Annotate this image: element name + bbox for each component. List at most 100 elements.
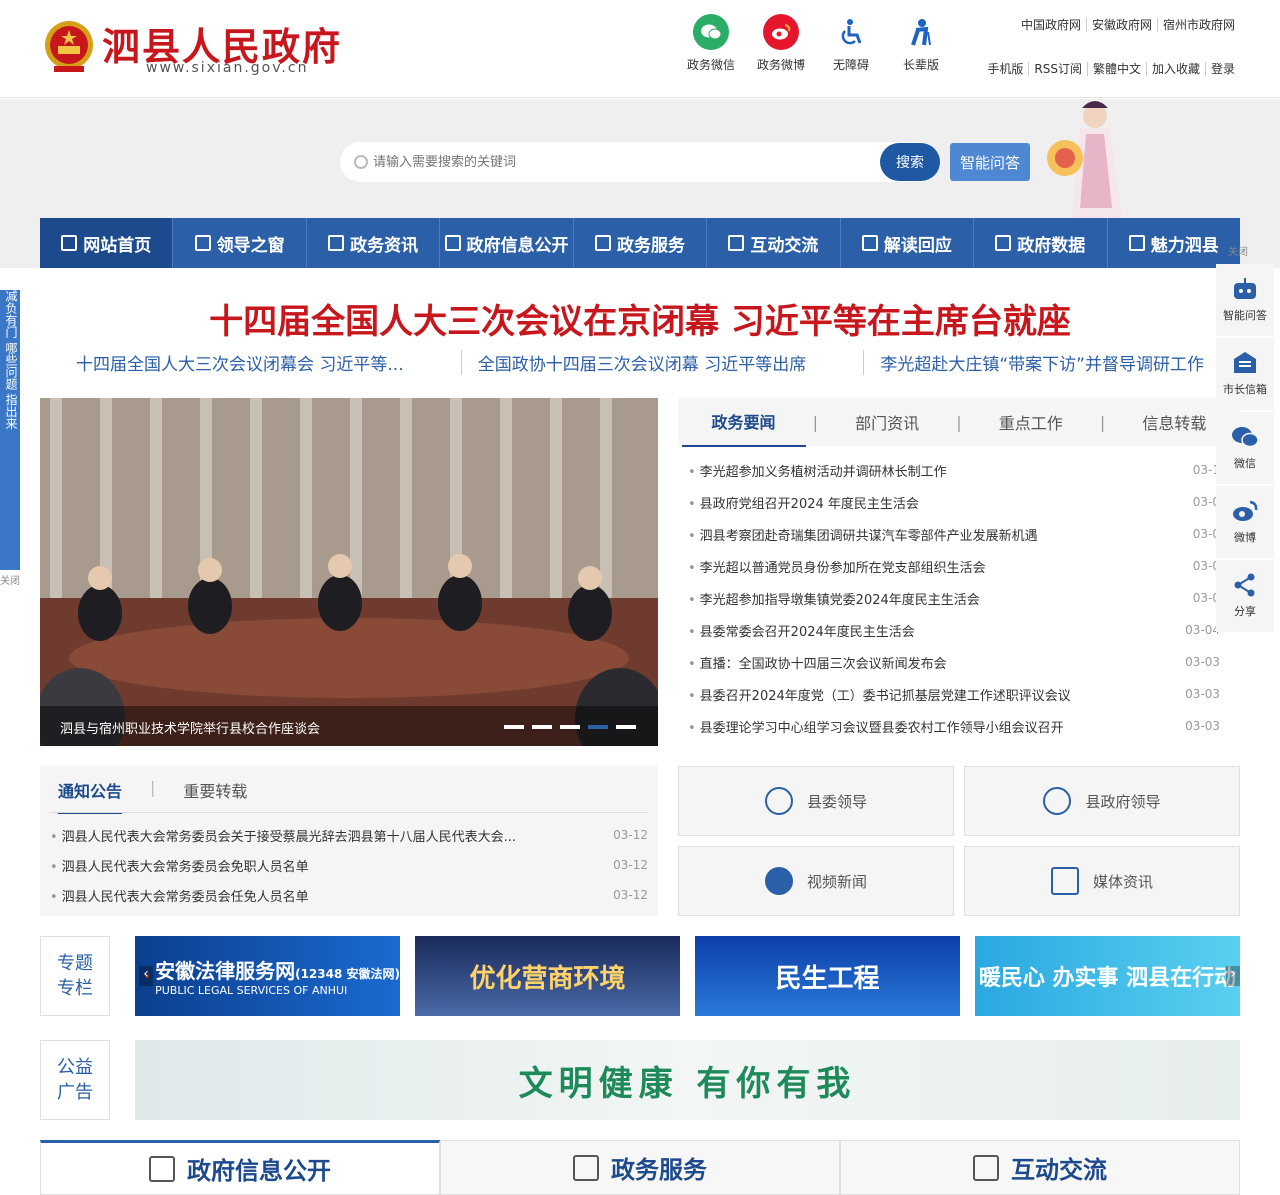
tab-label: 政府信息公开 — [187, 1157, 331, 1185]
tab-important-reposts[interactable]: 重要转载 — [183, 778, 247, 814]
headline-sub-link[interactable]: 全国政协十四届三次会议闭幕 习近平等出席 — [460, 350, 822, 375]
list-item[interactable]: 泗县人民代表大会常务委员会免职人员名单 03-12 — [50, 850, 648, 880]
list-item[interactable]: 县委召开2024年度党（工）委书记抓基层党建工作述职评议会议 03-03 — [678, 678, 1240, 710]
tab-dept-news[interactable]: 部门资讯 — [825, 398, 949, 446]
list-item[interactable]: 县委理论学习中心组学习会议暨县委农村工作领导小组会议召开 03-03 — [678, 710, 1240, 742]
nav-charm[interactable]: 魅力泗县 — [1108, 218, 1240, 268]
mobile-link[interactable]: 手机版 — [982, 62, 1028, 76]
side-mayor-mailbox[interactable]: 市长信箱 — [1216, 338, 1274, 410]
list-item[interactable]: 李光超参加指导墩集镇党委2024年度民主生活会03-0 — [678, 582, 1240, 614]
tab-gov-services[interactable]: 政务服务 — [440, 1140, 840, 1195]
robot-icon — [1234, 278, 1256, 299]
legal-service-banner[interactable]: 安徽法律服务网(12348 安徽法网) PUBLIC LEGAL SERVICE… — [135, 936, 400, 1016]
side-share[interactable]: 分享 — [1216, 560, 1274, 632]
search-input[interactable] — [373, 150, 863, 174]
login-link[interactable]: 登录 — [1204, 62, 1240, 76]
side-weibo[interactable]: 微博 — [1216, 486, 1274, 558]
nav-disclosure[interactable]: 政府信息公开 — [440, 218, 574, 268]
nav-data[interactable]: 政府数据 — [974, 218, 1108, 268]
tab-gov-disclosure[interactable]: 政府信息公开 — [40, 1140, 440, 1195]
quick-link-accessibility[interactable]: 无障碍 — [821, 14, 881, 73]
bookmark-link[interactable]: 加入收藏 — [1145, 62, 1205, 76]
ai-qa-button[interactable]: 智能问答 — [950, 143, 1030, 181]
gov-link[interactable]: 中国政府网 — [1016, 18, 1086, 32]
tab-key-work[interactable]: 重点工作 — [969, 398, 1093, 446]
card-label: 视频新闻 — [806, 872, 867, 891]
list-item[interactable]: 泗县考察团赴奇瑞集团调研共谋汽车零部件产业发展新机遇03-0 — [678, 518, 1240, 550]
traditional-chinese-link[interactable]: 繁體中文 — [1086, 62, 1146, 76]
main-nav: 网站首页 领导之窗 政务资讯 政府信息公开 政务服务 互动交流 解读回应 政府数… — [40, 218, 1240, 268]
public-ad-banner[interactable]: 文明健康 有你有我 — [135, 1040, 1240, 1120]
news-date: 03-03 — [1185, 655, 1220, 669]
special-topics-label: 专题专栏 — [40, 936, 110, 1016]
list-item[interactable]: 泗县人民代表大会常务委员会关于接受蔡晨光辞去泗县第十八届人民代表大会... 03-… — [50, 820, 648, 850]
business-env-banner[interactable]: 优化营商环境 — [415, 936, 680, 1016]
gov-link[interactable]: 宿州市政府网 — [1156, 18, 1240, 32]
carousel-dot[interactable] — [532, 725, 552, 729]
tab-separator: | — [812, 412, 819, 432]
news-list: 李光超参加义务植树活动并调研林长制工作03-1 县政府党组召开2024 年度民主… — [678, 454, 1240, 742]
person-icon — [194, 235, 211, 251]
nav-interaction[interactable]: 互动交流 — [707, 218, 841, 268]
search-doc-icon — [861, 235, 878, 251]
headline-sub-link[interactable]: 李光超赴大庄镇“带案下访”并督导调研工作 — [863, 350, 1220, 375]
news-title: 县委召开2024年度党（工）委书记抓基层党建工作述职评议会议 — [688, 685, 1071, 704]
quick-link-elder[interactable]: 长辈版 — [891, 14, 951, 73]
side-wechat[interactable]: 微信 — [1216, 412, 1274, 484]
left-ad-close-button[interactable]: 关闭 — [0, 572, 20, 587]
list-item[interactable]: 李光超以普通党员身份参加所在党支部组织生活会03-0 — [678, 550, 1240, 582]
nav-label: 解读回应 — [883, 235, 952, 256]
quick-link-wechat[interactable]: 政务微信 — [681, 14, 741, 73]
gov-links: 中国政府网 安徽政府网 宿州市政府网 — [1016, 16, 1240, 33]
accessibility-icon — [833, 14, 869, 50]
nav-services[interactable]: 政务服务 — [574, 218, 708, 268]
left-floating-ad[interactable]: 减负有门 哪些问题 指出来 — [0, 290, 20, 570]
list-item[interactable]: 泗县人民代表大会常务委员会任免人员名单 03-12 — [50, 880, 648, 910]
headline-title[interactable]: 十四届全国人大三次会议在京闭幕 习近平等在主席台就座 — [0, 294, 1280, 343]
banner-next-arrow[interactable]: › — [1226, 966, 1240, 986]
wechat-icon — [693, 14, 729, 50]
list-item[interactable]: 县政府党组召开2024 年度民主生活会03-0 — [678, 486, 1240, 518]
carousel-dot[interactable] — [560, 725, 580, 729]
news-title: 李光超参加义务植树活动并调研林长制工作 — [688, 461, 947, 480]
people-action-banner[interactable]: 暖民心 办实事 泗县在行动 — [975, 936, 1240, 1016]
gov-link[interactable]: 安徽政府网 — [1085, 18, 1157, 32]
mailbox-icon — [1234, 352, 1256, 373]
livelihood-banner[interactable]: 民生工程 — [695, 936, 960, 1016]
county-gov-leaders-card[interactable]: 县政府领导 — [964, 766, 1240, 836]
news-tabs: 政务要闻 | 部门资讯 | 重点工作 | 信息转载 — [678, 397, 1240, 447]
nav-news[interactable]: 政务资讯 — [307, 218, 441, 268]
tab-gov-news[interactable]: 政务要闻 — [681, 397, 806, 447]
list-icon — [444, 235, 461, 251]
carousel-dot[interactable] — [504, 725, 524, 729]
tab-separator: | — [1099, 412, 1106, 432]
tab-notices[interactable]: 通知公告 — [58, 778, 123, 814]
chat-bubble-icon — [973, 1154, 999, 1181]
carousel-dot-active[interactable] — [588, 725, 608, 729]
nav-interpretation[interactable]: 解读回应 — [841, 218, 975, 268]
list-item[interactable]: 县委常委会召开2024年度民主生活会 03-04 — [678, 614, 1240, 646]
site-domain: www.sixian.gov.cn — [146, 60, 309, 76]
notice-date: 03-12 — [613, 888, 648, 902]
opera-close-button[interactable]: 关闭 — [1228, 243, 1248, 258]
nav-home[interactable]: 网站首页 — [40, 218, 174, 268]
video-news-card[interactable]: 视频新闻 — [678, 846, 954, 916]
mountain-icon — [1128, 235, 1145, 251]
banner-prev-arrow[interactable]: ‹ — [139, 966, 153, 986]
list-item[interactable]: 直播：全国政协十四届三次会议新闻发布会 03-03 — [678, 646, 1240, 678]
tab-interaction[interactable]: 互动交流 — [840, 1140, 1240, 1195]
chat-icon — [728, 235, 745, 251]
nav-leaders[interactable]: 领导之窗 — [173, 218, 307, 268]
rss-link[interactable]: RSS订阅 — [1028, 62, 1087, 76]
quick-link-weibo[interactable]: 政务微博 — [751, 14, 811, 73]
carousel-dot[interactable] — [616, 725, 636, 729]
news-date: 03-04 — [1185, 623, 1220, 637]
search-button[interactable]: 搜索 — [880, 143, 940, 181]
media-news-card[interactable]: 媒体资讯 — [964, 846, 1240, 916]
side-ai-qa[interactable]: 智能问答 — [1216, 264, 1274, 336]
nav-label: 魅力泗县 — [1150, 235, 1219, 256]
list-item[interactable]: 李光超参加义务植树活动并调研林长制工作03-1 — [678, 454, 1240, 486]
headline-sub-link[interactable]: 十四届全国人大三次会议闭幕会 习近平等... — [60, 350, 420, 375]
photo-carousel[interactable]: 泗县与宿州职业技术学院举行县校合作座谈会 — [40, 398, 658, 746]
county-committee-leaders-card[interactable]: 县委领导 — [678, 766, 954, 836]
